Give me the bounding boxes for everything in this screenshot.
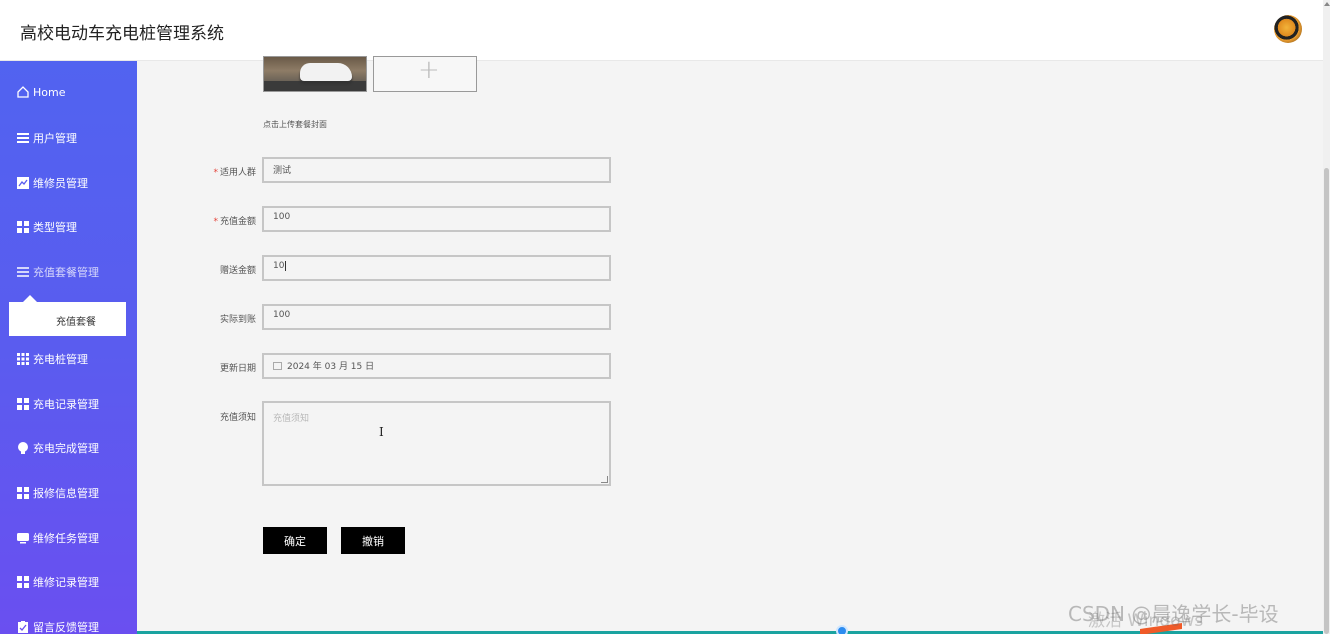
submenu-panel: 充值套餐	[9, 295, 126, 336]
monitor-icon	[16, 531, 30, 545]
notice-placeholder: 充值须知	[273, 414, 310, 424]
sidebar-item-label: 报修信息管理	[33, 487, 99, 500]
sidebar-item-charging-records[interactable]: 充电记录管理	[16, 394, 99, 414]
thumbnail-car	[300, 63, 352, 81]
avatar-icon[interactable]	[1274, 15, 1302, 43]
sidebar-item-label: 维修记录管理	[33, 576, 99, 589]
sidebar-item-label: 维修任务管理	[33, 532, 99, 545]
sidebar-item-repair-tasks[interactable]: 维修任务管理	[16, 528, 99, 548]
sidebar-item-label: 充电记录管理	[33, 398, 99, 411]
amount-label: * 充值金额	[213, 217, 256, 227]
sidebar-item-label: 用户管理	[33, 132, 77, 145]
grid9-icon	[16, 352, 30, 366]
actual-input[interactable]: 100	[262, 304, 611, 330]
sidebar-item-repair-records[interactable]: 维修记录管理	[16, 572, 99, 592]
notice-label: 充值须知	[219, 413, 256, 423]
gift-label: 赠送金额	[219, 266, 256, 276]
submenu-item-recharge-package[interactable]: 充值套餐	[56, 313, 96, 328]
csdn-watermark: CSDN @晨逸学长-毕设	[1068, 602, 1279, 626]
scrollbar-thumb[interactable]	[1324, 168, 1329, 634]
home-icon	[16, 85, 30, 99]
cancel-button[interactable]: 撤销	[341, 527, 405, 554]
sidebar-item-chargers[interactable]: 充电桩管理	[16, 349, 88, 369]
grid-icon	[16, 486, 30, 500]
top-header: 高校电动车充电桩管理系统	[0, 0, 1323, 61]
grid-icon	[16, 397, 30, 411]
amount-input[interactable]: 100	[262, 206, 611, 232]
actual-label: 实际到账	[219, 315, 256, 325]
sidebar-item-home[interactable]: Home	[16, 82, 65, 102]
sidebar-item-types[interactable]: 类型管理	[16, 217, 77, 237]
sidebar-item-label: 维修员管理	[33, 177, 88, 190]
sidebar-item-label: 充值套餐管理	[33, 266, 99, 279]
date-picker[interactable]: 2024 年 03 月 15 日	[262, 353, 611, 379]
sidebar-item-charging-complete[interactable]: 充电完成管理	[16, 438, 99, 458]
scroll-up-icon[interactable]	[1324, 2, 1330, 6]
clipboard-icon	[16, 620, 30, 634]
sidebar-item-repair-info[interactable]: 报修信息管理	[16, 483, 99, 503]
sidebar-item-label: 类型管理	[33, 221, 77, 234]
sidebar-item-label: 充电桩管理	[33, 353, 88, 366]
grid-icon	[16, 220, 30, 234]
required-mark: *	[213, 217, 218, 227]
text-cursor-icon: I	[379, 425, 384, 439]
notice-textarea[interactable]: 充值须知	[262, 401, 611, 486]
sidebar-item-recharge-packages[interactable]: 充值套餐管理	[16, 262, 99, 282]
sidebar: Home 用户管理 维修员管理 类型管理 充值套餐管理 充值套餐 充电桩管理 充…	[0, 61, 137, 634]
text-caret	[285, 261, 287, 271]
upload-cover-button[interactable]: +	[373, 55, 477, 92]
gift-input[interactable]: 10	[262, 255, 611, 281]
grid-icon	[16, 575, 30, 589]
sidebar-item-label: 留言反馈管理	[33, 621, 99, 634]
sidebar-item-label: Home	[33, 85, 66, 99]
required-mark: *	[213, 168, 218, 178]
chart-icon	[16, 176, 30, 190]
resize-handle-icon[interactable]	[601, 476, 608, 483]
sidebar-item-label: 充电完成管理	[33, 442, 99, 455]
cover-image-thumbnail[interactable]	[263, 56, 367, 92]
calendar-icon	[273, 362, 282, 370]
sidebar-item-repairmen[interactable]: 维修员管理	[16, 173, 88, 193]
bulb-icon	[16, 441, 30, 455]
date-label: 更新日期	[219, 364, 256, 374]
crowd-label: * 适用人群	[213, 168, 256, 178]
crowd-input[interactable]: 测试	[262, 157, 611, 183]
confirm-button[interactable]: 确定	[263, 527, 327, 554]
list-icon	[16, 265, 30, 279]
app-title: 高校电动车充电桩管理系统	[20, 24, 224, 44]
sidebar-item-users[interactable]: 用户管理	[16, 128, 77, 148]
list-icon	[16, 131, 30, 145]
sidebar-item-feedback[interactable]: 留言反馈管理	[16, 617, 99, 634]
plus-icon: +	[418, 55, 440, 85]
blue-dot-icon	[836, 625, 848, 634]
upload-hint: 点击上传套餐封面	[263, 120, 327, 129]
thumbnail-road	[264, 81, 366, 91]
